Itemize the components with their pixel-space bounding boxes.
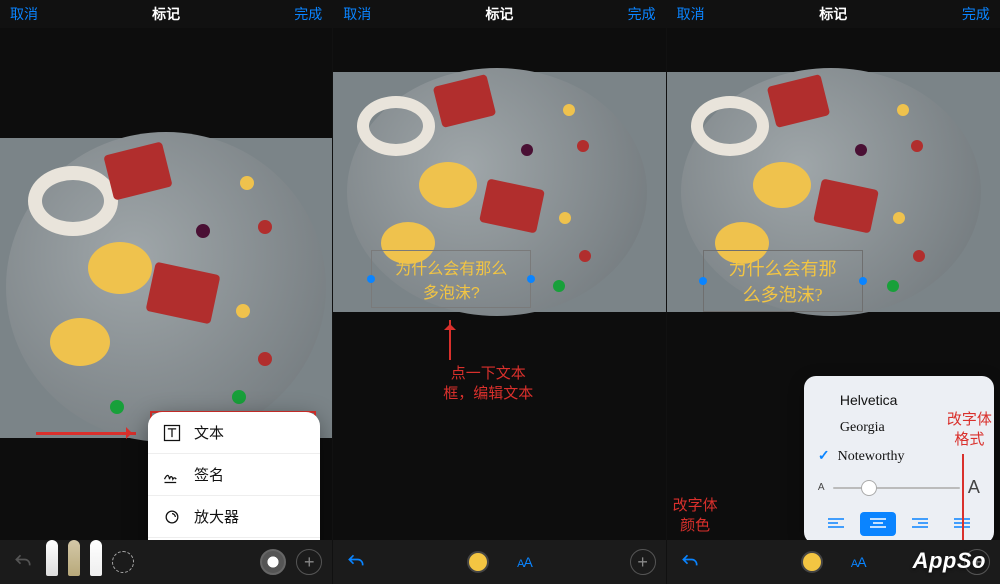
cancel-button[interactable]: 取消 <box>343 4 371 24</box>
textbox-line1: 为什么会有那么 <box>395 261 507 278</box>
markup-toolbar: AAAA + <box>333 540 665 584</box>
textbox-line2: 么多泡沫? <box>743 285 823 305</box>
done-button[interactable]: 完成 <box>294 4 322 24</box>
popup-signature-button[interactable]: 签名 <box>148 454 320 496</box>
color-picker-button[interactable] <box>260 549 286 575</box>
textbox-handle-left[interactable] <box>367 275 375 283</box>
nav-title: 标记 <box>152 4 180 24</box>
align-right-button[interactable] <box>902 512 938 536</box>
textbox-handle-left[interactable] <box>699 277 707 285</box>
align-center-button[interactable] <box>860 512 896 536</box>
annotation-tap-edit: 点一下文本 框，编辑文本 <box>443 364 533 405</box>
text-icon <box>162 423 182 443</box>
color-picker-button[interactable] <box>467 551 489 573</box>
undo-button[interactable] <box>10 549 36 575</box>
popup-magnifier-button[interactable]: 放大器 <box>148 496 320 538</box>
signature-icon <box>162 465 182 485</box>
add-button[interactable]: + <box>296 549 322 575</box>
annotation-arrow <box>36 432 136 435</box>
cancel-button[interactable]: 取消 <box>10 4 38 24</box>
markup-toolbar: + <box>0 540 332 584</box>
nav-title: 标记 <box>819 4 847 24</box>
align-left-button[interactable] <box>818 512 854 536</box>
popup-text-label: 文本 <box>194 422 224 443</box>
font-size-large-icon: A <box>968 477 980 498</box>
popup-magnifier-label: 放大器 <box>194 506 239 527</box>
screen-markup-1: 取消 标记 完成 <box>0 0 333 584</box>
font-option-label: Noteworthy <box>838 449 905 465</box>
pen-tool-2[interactable] <box>68 540 80 576</box>
navbar: 取消 标记 完成 <box>667 0 1000 28</box>
font-size-slider[interactable]: A A <box>818 471 980 508</box>
undo-button[interactable] <box>343 549 369 575</box>
annotation-change-format: 改字体 格式 <box>947 410 992 451</box>
annotation-change-color: 改字体 颜色 <box>673 496 718 537</box>
slider-track[interactable] <box>833 487 960 489</box>
screen-markup-2: 取消 标记 完成 为什么会有那么 多泡沫? <box>333 0 666 584</box>
navbar: 取消 标记 完成 <box>333 0 665 28</box>
textbox-handle-right[interactable] <box>859 277 867 285</box>
textbox-line2: 多泡沫? <box>423 285 480 302</box>
pen-tool-3[interactable] <box>90 540 102 576</box>
undo-button[interactable] <box>677 549 703 575</box>
add-button[interactable]: + <box>964 549 990 575</box>
checkmark-icon: ✓ <box>818 448 830 465</box>
annotation-arrow <box>449 320 451 360</box>
lasso-tool[interactable] <box>112 551 134 573</box>
screen-markup-3: 取消 标记 完成 为什么会有那 么多泡沫? <box>667 0 1000 584</box>
navbar: 取消 标记 完成 <box>0 0 332 28</box>
color-picker-button[interactable] <box>801 551 823 573</box>
nav-title: 标记 <box>485 4 513 24</box>
font-size-small-icon: A <box>818 482 825 493</box>
font-format-panel: Helvetica Georgia ✓ Noteworthy A A <box>804 376 994 544</box>
photo-canvas[interactable]: 为什么会有那么 多泡沫? 点一下文本 框，编辑文本 <box>333 28 665 540</box>
font-option-label: Helvetica <box>840 392 898 408</box>
popup-text-button[interactable]: 文本 <box>148 412 320 454</box>
slider-knob[interactable] <box>861 480 877 496</box>
done-button[interactable]: 完成 <box>962 4 990 24</box>
photo-canvas[interactable]: 为什么会有那 么多泡沫? Helvetica Georgia ✓ Notewort… <box>667 28 1000 540</box>
textbox-line1: 为什么会有那 <box>729 259 837 279</box>
pen-tool-1[interactable] <box>46 540 58 576</box>
editable-text-box[interactable]: 为什么会有那么 多泡沫? <box>371 250 531 308</box>
popup-signature-label: 签名 <box>194 464 224 485</box>
editable-text-box[interactable]: 为什么会有那 么多泡沫? <box>703 250 863 312</box>
font-option-label: Georgia <box>840 420 885 436</box>
text-format-button[interactable]: AA <box>851 554 866 570</box>
text-align-segment <box>818 508 980 536</box>
text-format-button[interactable]: AAAA <box>517 554 532 570</box>
markup-toolbar: AA + <box>667 540 1000 584</box>
add-button[interactable]: + <box>630 549 656 575</box>
cancel-button[interactable]: 取消 <box>677 4 705 24</box>
done-button[interactable]: 完成 <box>628 4 656 24</box>
magnifier-icon <box>162 507 182 527</box>
